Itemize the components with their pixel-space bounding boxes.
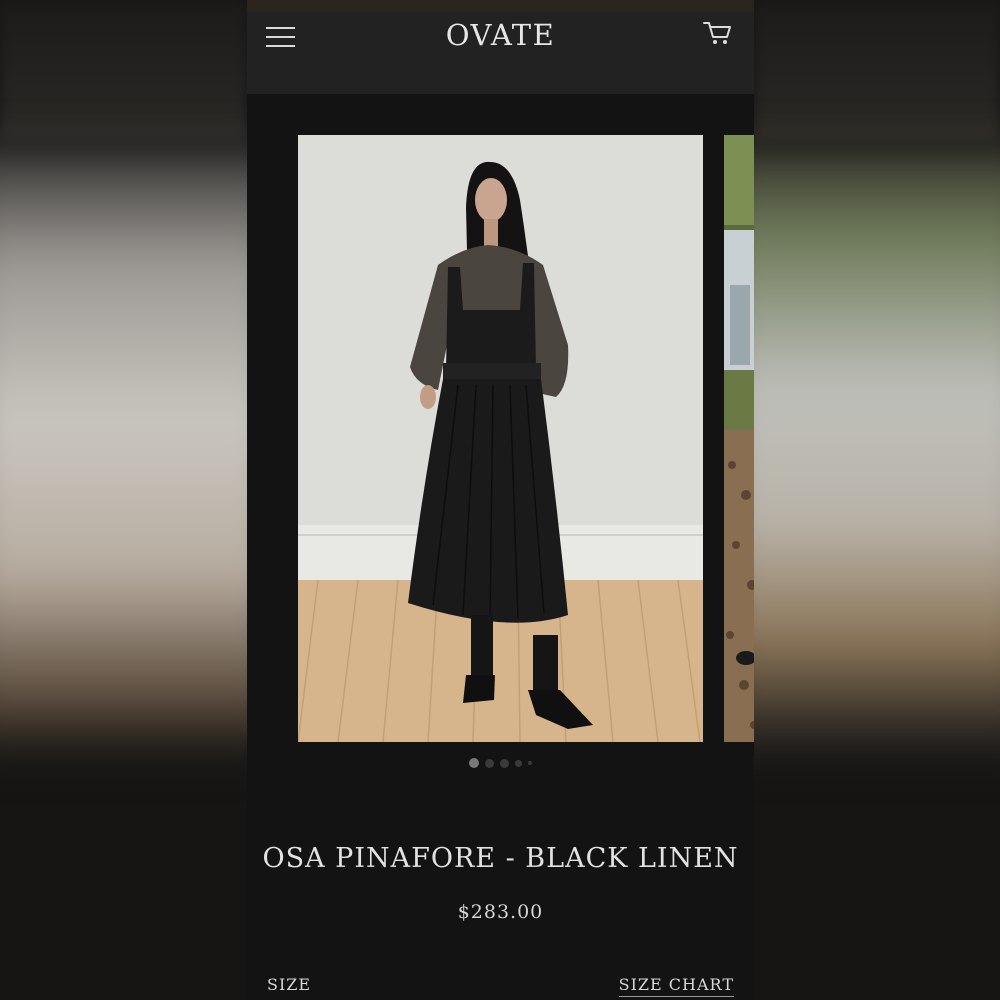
gallery-dot-1[interactable] bbox=[469, 758, 479, 768]
phone-screen: OVATE OSA PINAFORE - BLACK LINEN $283.00… bbox=[247, 0, 754, 1000]
product-image-gallery[interactable] bbox=[247, 135, 754, 743]
gallery-dot-5[interactable] bbox=[528, 761, 532, 765]
product-image-main[interactable] bbox=[298, 135, 703, 742]
product-title: OSA PINAFORE - BLACK LINEN bbox=[262, 843, 739, 874]
gallery-dot-4[interactable] bbox=[515, 759, 522, 767]
product-image-next[interactable] bbox=[724, 135, 754, 742]
shopping-cart-icon[interactable] bbox=[702, 18, 734, 48]
status-bar bbox=[247, 0, 754, 12]
gallery-pagination bbox=[247, 758, 754, 770]
blurred-backdrop-right bbox=[754, 0, 1000, 1000]
gallery-dot-2[interactable] bbox=[485, 758, 494, 768]
size-chart-link[interactable]: SIZE CHART bbox=[618, 975, 734, 997]
size-label: SIZE bbox=[267, 975, 312, 994]
site-header: OVATE bbox=[247, 12, 754, 94]
blurred-backdrop-left bbox=[0, 0, 247, 1000]
brand-logo[interactable]: OVATE bbox=[247, 18, 754, 52]
product-price: $283.00 bbox=[457, 901, 544, 923]
gallery-dot-3[interactable] bbox=[500, 758, 509, 768]
